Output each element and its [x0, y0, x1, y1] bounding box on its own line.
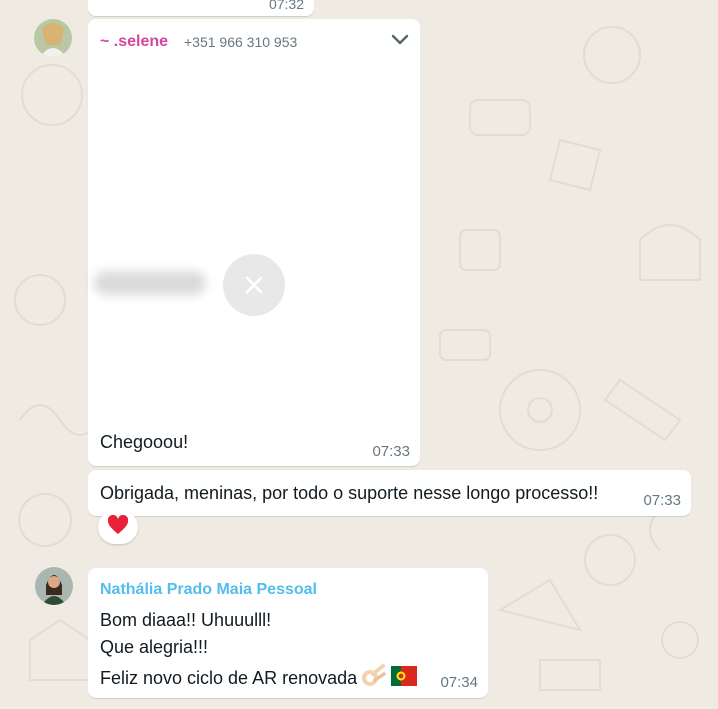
message-bubble-selene[interactable]: ~ .selene +351 966 310 953 Chegooou! 07:…	[88, 19, 420, 466]
message-time: 07:32	[268, 0, 304, 12]
chevron-down-icon[interactable]	[390, 33, 410, 47]
message-text: Chegooou!	[100, 432, 189, 452]
sender-name[interactable]: Nathália Prado Maia Pessoal	[100, 581, 317, 599]
portugal-flag-icon	[391, 666, 418, 691]
message-text-line: Feliz novo ciclo de AR renovada	[100, 664, 418, 693]
blurred-preview	[94, 271, 206, 295]
message-text: Obrigada, meninas, por todo o suporte ne…	[100, 483, 599, 503]
message-time: 07:33	[643, 492, 681, 509]
message-time: 07:33	[372, 443, 410, 460]
message-bubble-nathalia[interactable]: Nathália Prado Maia Pessoal Bom diaaa!! …	[88, 568, 488, 698]
ok-hand-icon	[361, 664, 387, 693]
media-attachment[interactable]	[88, 61, 420, 421]
sender-phone: +351 966 310 953	[184, 34, 298, 50]
message-time: 07:34	[440, 674, 478, 691]
message-bubble-thanks[interactable]: Obrigada, meninas, por todo o suporte ne…	[88, 470, 691, 516]
avatar-selene[interactable]	[34, 19, 72, 57]
heart-icon	[107, 514, 129, 540]
sender-name[interactable]: ~ .selene	[100, 33, 168, 51]
reaction-heart[interactable]	[98, 510, 138, 544]
message-text-segment: Feliz novo ciclo de AR renovada	[100, 668, 358, 688]
previous-message-bubble: 07:32	[88, 0, 314, 16]
avatar-nathalia[interactable]	[35, 567, 73, 605]
message-text-line: Bom diaaa!! Uhuuulll!	[100, 610, 272, 630]
close-icon[interactable]	[223, 254, 285, 316]
message-text-line: Que alegria!!!	[100, 637, 209, 657]
